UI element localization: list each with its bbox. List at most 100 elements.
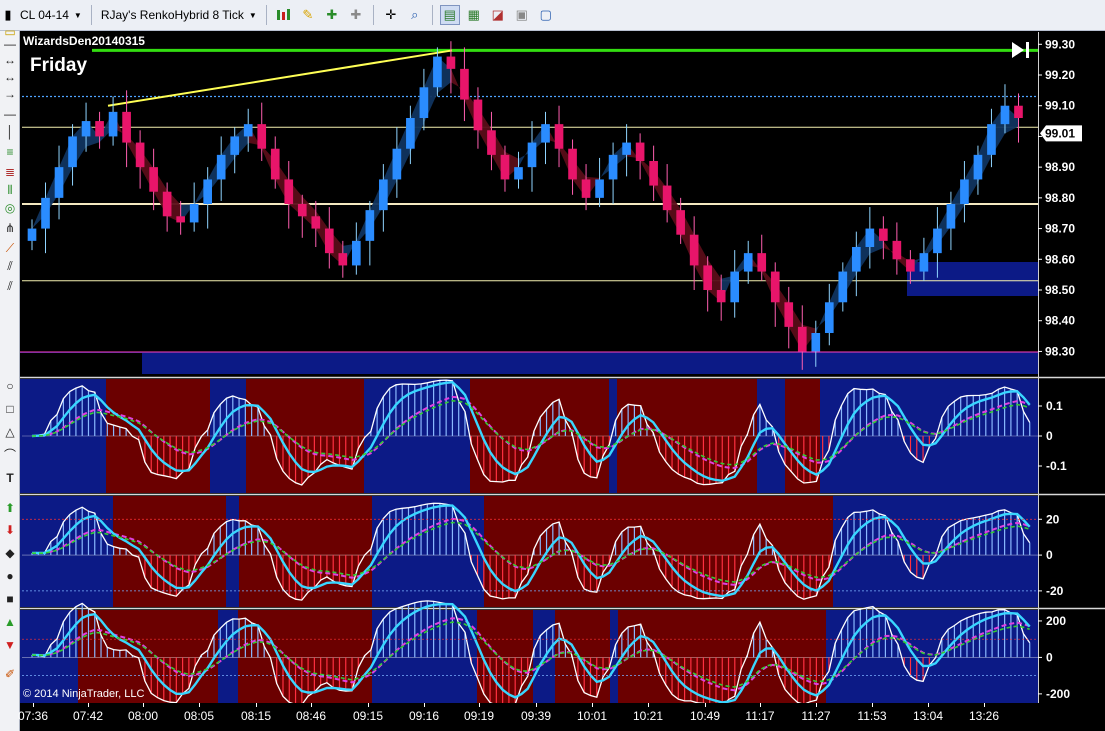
candle-down [770, 271, 780, 303]
candle-down [446, 56, 456, 69]
oscillator-tick-label: 0.1 [1046, 399, 1063, 413]
candle-down [324, 228, 334, 254]
candle-up [987, 124, 996, 155]
candle-down [635, 142, 645, 161]
candle-down [784, 302, 794, 327]
oscillator-tick-label: 0 [1046, 650, 1053, 664]
candle-down [473, 99, 483, 131]
candle-up [365, 210, 375, 241]
candle-down [135, 142, 145, 168]
price-tick-label: 98.40 [1045, 314, 1075, 328]
candle-down [649, 161, 658, 186]
time-tick [872, 703, 873, 707]
scroll-end-button[interactable] [1010, 40, 1032, 60]
candle-down [297, 204, 307, 217]
candle-down [257, 124, 267, 149]
oscillator-zone [20, 496, 113, 607]
candle-down [460, 68, 469, 100]
time-tick-label: 11:53 [857, 709, 887, 723]
day-label: Friday [30, 55, 88, 76]
candle-up [68, 136, 77, 168]
candle-up [838, 271, 848, 303]
candle-up [189, 204, 199, 223]
time-tick-label: 09:15 [352, 709, 384, 723]
time-tick-label: 11:27 [801, 709, 831, 723]
candle-down [797, 326, 807, 352]
price-tick-label: 99.20 [1045, 68, 1075, 82]
oscillator-tick-label: -200 [1046, 687, 1070, 701]
time-tick [984, 703, 985, 707]
candle-up [514, 167, 523, 180]
candle-down [176, 216, 185, 223]
candle-down [676, 210, 685, 235]
candle-down [487, 130, 496, 155]
candle-up [852, 247, 861, 272]
candle-up [527, 142, 537, 168]
oscillator-tick-label: 0 [1046, 429, 1053, 443]
time-tick [592, 703, 593, 707]
candle-down [568, 148, 577, 180]
candle-down [270, 148, 280, 180]
price-tick-label: 98.80 [1045, 191, 1075, 205]
price-tick-label: 98.70 [1045, 222, 1075, 236]
time-tick [199, 703, 200, 707]
candle-down [892, 240, 902, 260]
candle-up [622, 142, 631, 155]
candle-down [581, 179, 591, 198]
candle-up [608, 154, 618, 180]
time-tick-label: 09:39 [520, 709, 552, 723]
chart-canvas[interactable]: 99.3099.2099.1099.0098.9098.8098.7098.60… [0, 0, 1105, 731]
candle-up [81, 121, 91, 137]
candle-up [541, 124, 550, 143]
price-tick-label: 98.50 [1045, 283, 1075, 297]
time-tick [311, 703, 312, 707]
candle-down [338, 253, 348, 266]
candle-down [122, 111, 131, 143]
price-tick-label: 98.60 [1045, 252, 1075, 266]
time-tick-label: 08:00 [127, 709, 159, 723]
zone-gap [20, 353, 142, 374]
candle-up [743, 253, 753, 272]
oscillator-tick-label: -20 [1046, 584, 1064, 598]
copyright-label: © 2014 NinjaTrader, LLC [23, 688, 145, 700]
time-tick [648, 703, 649, 707]
time-tick-label: 07:42 [72, 709, 104, 723]
time-tick [256, 703, 257, 707]
candle-down [95, 121, 104, 137]
oscillator-zone [833, 496, 1038, 607]
oscillator-zone [826, 610, 1038, 703]
price-tick-label: 99.30 [1045, 37, 1075, 51]
oscillator-tick-label: 200 [1046, 614, 1066, 628]
candle-up [824, 302, 834, 333]
candle-up [811, 333, 821, 352]
chart-label: WizardsDen20140315 [23, 34, 145, 48]
time-tick-label: 11:17 [745, 709, 775, 723]
candle-down [149, 167, 158, 192]
candle-down [879, 228, 888, 241]
candle-up [41, 197, 50, 229]
candle-up [352, 240, 361, 266]
time-tick [536, 703, 537, 707]
oscillator-tick-label: -0.1 [1046, 459, 1067, 473]
time-tick [479, 703, 480, 707]
candle-up [406, 118, 415, 149]
time-tick [143, 703, 144, 707]
time-tick [88, 703, 89, 707]
candle-up [27, 228, 37, 241]
candle-down [906, 259, 915, 272]
candle-up [1000, 105, 1010, 125]
candle-up [392, 148, 402, 180]
candle-up [216, 154, 226, 180]
candle-down [689, 234, 699, 266]
price-tick-label: 99.10 [1045, 99, 1075, 113]
oscillator-zone [239, 496, 372, 607]
candle-up [230, 136, 240, 155]
candle-up [419, 87, 429, 118]
candle-down [1014, 105, 1023, 118]
candle-down [757, 253, 767, 272]
candle-down [554, 124, 564, 149]
candle-up [54, 167, 64, 198]
candle-down [284, 179, 294, 204]
time-tick-label: 08:46 [295, 709, 327, 723]
candle-up [595, 179, 604, 198]
